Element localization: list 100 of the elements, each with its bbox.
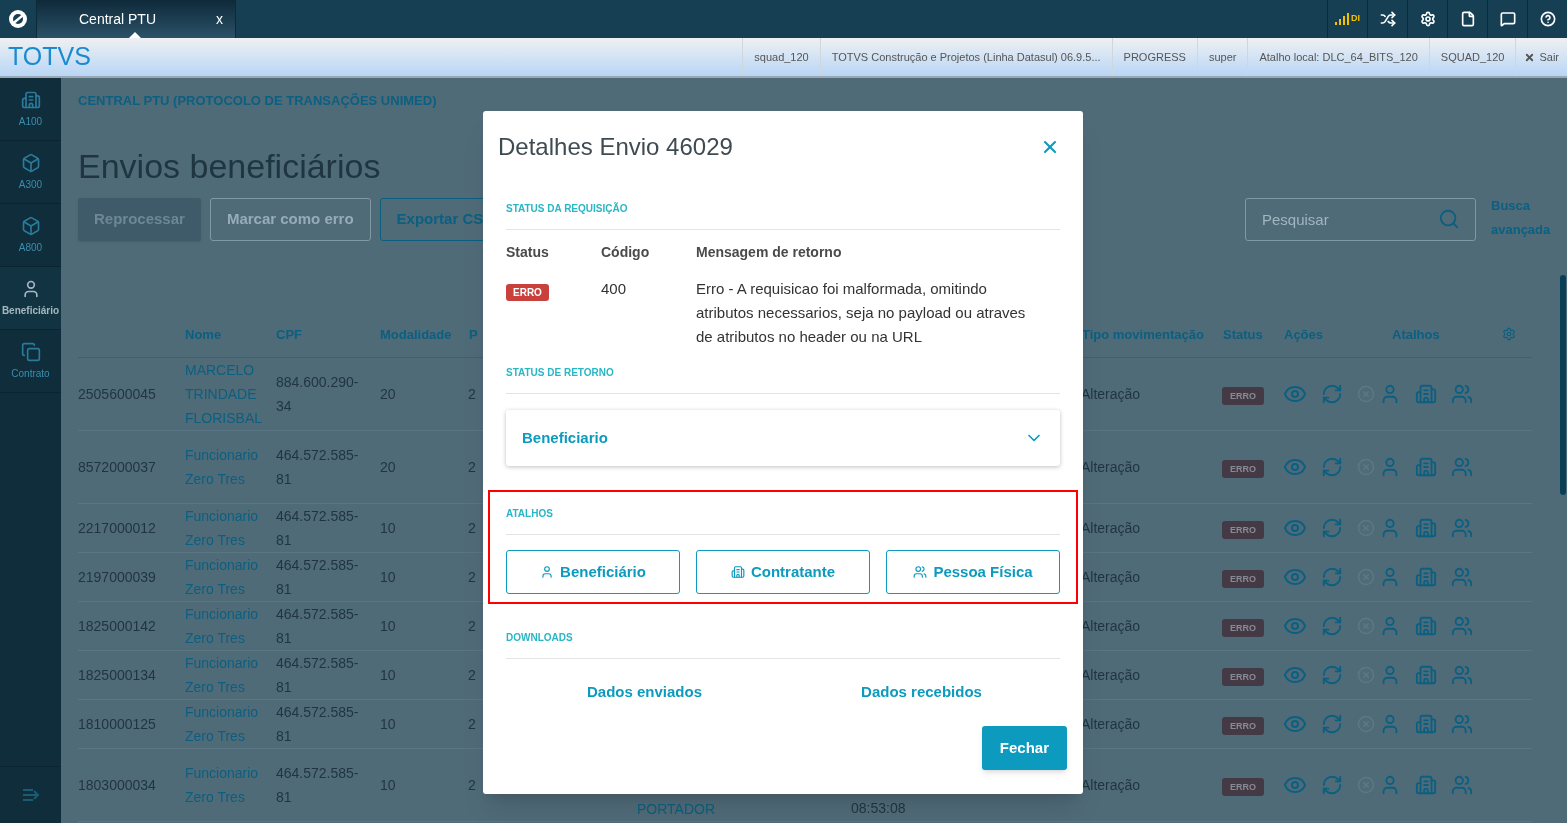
copy-icon bbox=[20, 341, 41, 362]
help-icon[interactable] bbox=[1539, 11, 1556, 27]
section-heading: STATUS DE RETORNO bbox=[506, 367, 614, 378]
return-message: Erro - A requisicao foi malformada, omitindo atributos necessarios, seja no payload ou atraves de atributos no header ou na URL bbox=[696, 279, 1027, 347]
shortcut-button[interactable]: Beneficiário bbox=[506, 550, 680, 594]
sidebar-item[interactable]: Beneficiário bbox=[0, 267, 61, 330]
table-cell: Alteração bbox=[1081, 716, 1141, 732]
table-cell-text: 464.572.585-81 bbox=[276, 654, 360, 697]
download-link[interactable]: Dados recebidos bbox=[861, 681, 982, 704]
sidebar-label: A800 bbox=[18, 240, 43, 255]
column-header: CPF bbox=[276, 326, 302, 342]
shortcut-button[interactable]: Contratante bbox=[696, 550, 870, 594]
people-icon[interactable] bbox=[1451, 517, 1473, 539]
table-cell-text: 464.572.585-81 bbox=[276, 556, 360, 599]
status-badge: ERRO bbox=[1222, 460, 1264, 478]
session-info: Atalho local: DLC_64_BITS_120 bbox=[1247, 38, 1429, 76]
table-cell-text: 464.572.585-81 bbox=[276, 446, 360, 489]
refresh-icon[interactable] bbox=[1321, 713, 1343, 735]
refresh-icon[interactable] bbox=[1321, 566, 1343, 588]
refresh-icon[interactable] bbox=[1321, 456, 1343, 478]
table-cell: 20 bbox=[380, 386, 396, 402]
building-icon[interactable] bbox=[1415, 615, 1437, 637]
table-cell-text: 884.600.290-34 bbox=[276, 373, 360, 416]
people-icon[interactable] bbox=[1451, 664, 1473, 686]
person-icon bbox=[540, 565, 555, 579]
logo-icon[interactable] bbox=[8, 9, 28, 29]
table-cell: 8572000037 bbox=[78, 459, 156, 475]
refresh-icon[interactable] bbox=[1321, 664, 1343, 686]
table-cell: 1825000142 bbox=[78, 618, 156, 634]
shortcut-button[interactable]: Pessoa Física bbox=[886, 550, 1060, 594]
table-cell: 2217000012 bbox=[78, 520, 156, 536]
people-icon[interactable] bbox=[1451, 566, 1473, 588]
status-code: 400 bbox=[601, 279, 628, 299]
building-icon[interactable] bbox=[1415, 517, 1437, 539]
building-icon[interactable] bbox=[1415, 774, 1437, 796]
table-cell: 20 bbox=[380, 459, 396, 475]
table-cell-text: 464.572.585-81 bbox=[276, 764, 360, 807]
table-cell: Alteração bbox=[1081, 667, 1141, 683]
session-info: super bbox=[1196, 38, 1248, 76]
column-header: P bbox=[469, 326, 478, 342]
table-cell: 10 bbox=[380, 716, 396, 732]
cube-icon bbox=[20, 215, 41, 236]
refresh-icon[interactable] bbox=[1321, 517, 1343, 539]
signal-icon[interactable] bbox=[1335, 13, 1349, 25]
status-badge: ERRO bbox=[1222, 387, 1264, 405]
chat-icon[interactable] bbox=[1499, 11, 1516, 27]
scrollbar-thumb[interactable] bbox=[1560, 275, 1566, 495]
accordion-header[interactable]: Beneficiario bbox=[506, 410, 1060, 466]
table-cell: 2 bbox=[468, 459, 476, 475]
status-badge: ERRO bbox=[1222, 619, 1264, 637]
refresh-icon[interactable] bbox=[1321, 774, 1343, 796]
table-cell: 2 bbox=[468, 386, 476, 402]
people-icon[interactable] bbox=[1451, 713, 1473, 735]
field-label: Status bbox=[506, 243, 550, 262]
logout-button[interactable]: Sair bbox=[1515, 38, 1567, 76]
refresh-icon[interactable] bbox=[1321, 383, 1343, 405]
accordion-label: Beneficiario bbox=[522, 427, 608, 448]
close-icon bbox=[1524, 51, 1536, 63]
table-cell: 10 bbox=[380, 667, 396, 683]
column-header: Status bbox=[1223, 326, 1263, 342]
tab-close[interactable]: x bbox=[216, 8, 223, 30]
building-icon[interactable] bbox=[1415, 566, 1437, 588]
table-cell: 1803000034 bbox=[78, 777, 156, 793]
people-icon[interactable] bbox=[1451, 456, 1473, 478]
refresh-icon[interactable] bbox=[1321, 615, 1343, 637]
status-badge: ERRO bbox=[1222, 570, 1264, 588]
table-cell: 10 bbox=[380, 520, 396, 536]
app-tab[interactable]: Central PTU x bbox=[37, 0, 236, 38]
shuffle-icon[interactable] bbox=[1379, 11, 1396, 27]
modal-title: Detalhes Envio 46029 bbox=[498, 132, 733, 162]
session-info: TOTVS Construção e Projetos (Linha Datasul) 06.9.5... bbox=[819, 38, 1112, 76]
people-icon[interactable] bbox=[1451, 615, 1473, 637]
table-cell: 10 bbox=[380, 618, 396, 634]
search-field[interactable]: Pesquisar bbox=[1245, 198, 1476, 241]
file-icon[interactable] bbox=[1459, 11, 1476, 27]
table-cell: Alteração bbox=[1081, 520, 1141, 536]
close-button[interactable]: Fechar bbox=[981, 726, 1067, 770]
breadcrumb: CENTRAL PTU (PROTOCOLO DE TRANSAÇÕES UNIMED) bbox=[78, 92, 437, 111]
table-cell-text: 464.572.585-81 bbox=[276, 605, 360, 648]
building-icon bbox=[730, 565, 745, 579]
building-icon[interactable] bbox=[1415, 713, 1437, 735]
table-cell: 2 bbox=[468, 716, 476, 732]
sidebar-label: Contrato bbox=[11, 366, 50, 381]
table-cell: 2 bbox=[468, 618, 476, 634]
download-link[interactable]: Dados enviados bbox=[586, 681, 702, 704]
page-title: Envios beneficiários bbox=[78, 146, 381, 186]
building-icon[interactable] bbox=[1415, 664, 1437, 686]
building-icon[interactable] bbox=[1415, 383, 1437, 405]
field-label: Mensagem de retorno bbox=[696, 243, 843, 262]
people-icon[interactable] bbox=[1451, 774, 1473, 796]
building-icon[interactable] bbox=[1415, 456, 1437, 478]
table-cell: Alteração bbox=[1081, 569, 1141, 585]
table-cell: 2505600045 bbox=[78, 386, 156, 402]
menu-expand-icon[interactable] bbox=[21, 788, 40, 802]
table-cell: Alteração bbox=[1081, 459, 1141, 475]
table-cell: 2 bbox=[468, 520, 476, 536]
table-cell: Alteração bbox=[1081, 777, 1141, 793]
people-icon[interactable] bbox=[1451, 383, 1473, 405]
cube-icon bbox=[20, 152, 41, 173]
signal-label: DI bbox=[1351, 12, 1360, 26]
